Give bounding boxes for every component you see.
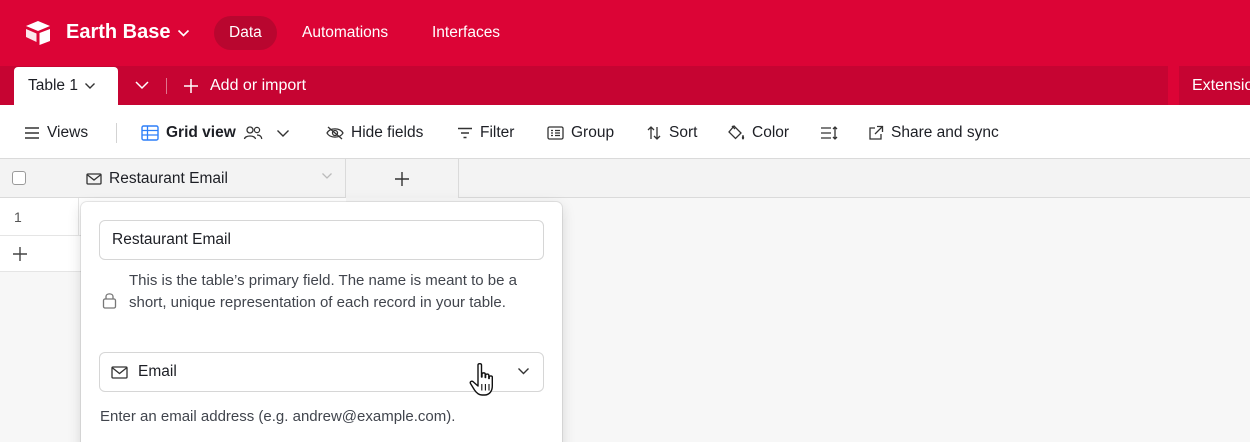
nav-tab-label: Data xyxy=(229,24,262,41)
field-type-description: Enter an email address (e.g. andrew@exam… xyxy=(100,408,456,425)
primary-field-header[interactable]: Restaurant Email xyxy=(78,159,346,198)
field-header-label: Restaurant Email xyxy=(109,169,228,187)
filter-label: Filter xyxy=(480,124,515,141)
filter-icon xyxy=(458,127,472,139)
field-type-select[interactable]: Email xyxy=(99,352,544,392)
sort-label: Sort xyxy=(669,124,698,141)
grid-view-icon xyxy=(141,125,159,141)
divider xyxy=(166,78,167,94)
row-height-button[interactable] xyxy=(820,122,838,144)
paint-bucket-icon xyxy=(728,125,745,140)
view-toolbar: Views Grid view Hide fields Filter Group… xyxy=(0,105,1250,159)
filter-button[interactable]: Filter xyxy=(457,122,514,144)
sort-arrows-icon xyxy=(647,126,661,140)
collaborators-icon xyxy=(243,126,263,140)
table-bar: Table 1 Add or import Extensions xyxy=(0,66,1250,105)
nav-tab-automations[interactable]: Automations xyxy=(287,16,403,50)
share-and-sync-button[interactable]: Share and sync xyxy=(868,122,999,144)
grid-view-switcher[interactable]: Grid view xyxy=(141,122,290,144)
table-tab-label: Table 1 xyxy=(28,77,78,94)
row-number: 1 xyxy=(14,209,22,225)
add-or-import-label: Add or import xyxy=(210,77,307,94)
email-envelope-icon xyxy=(111,365,128,379)
divider xyxy=(78,198,79,235)
base-name-menu[interactable]: Earth Base xyxy=(66,21,190,44)
table-tab-table-1[interactable]: Table 1 xyxy=(14,67,118,105)
airtable-logo-icon[interactable] xyxy=(24,20,52,46)
nav-tab-label: Interfaces xyxy=(432,24,501,41)
select-all-checkbox[interactable] xyxy=(12,171,26,185)
nav-tab-interfaces[interactable]: Interfaces xyxy=(417,16,515,50)
select-all-cell xyxy=(0,159,78,198)
row-height-icon xyxy=(821,126,838,140)
email-envelope-icon xyxy=(86,172,102,185)
plus-icon xyxy=(395,171,409,186)
eye-slash-icon xyxy=(326,126,344,140)
grid-view-label: Grid view xyxy=(166,124,236,141)
group-icon xyxy=(547,126,564,140)
extensions-button[interactable]: Extensions xyxy=(1179,66,1250,105)
divider xyxy=(116,123,117,143)
table-tabs-strip xyxy=(0,66,1168,105)
chevron-down-icon[interactable] xyxy=(321,172,333,180)
group-label: Group xyxy=(571,124,615,141)
all-tables-chevron-icon[interactable] xyxy=(134,78,150,92)
nav-tab-data[interactable]: Data xyxy=(214,16,277,50)
share-and-sync-label: Share and sync xyxy=(891,124,999,141)
add-field-button[interactable] xyxy=(346,159,459,198)
add-or-import-button[interactable]: Add or import xyxy=(182,74,306,98)
field-type-label: Email xyxy=(138,363,177,380)
sort-button[interactable]: Sort xyxy=(646,122,697,144)
chevron-down-icon xyxy=(518,368,529,375)
field-editor-popover: This is the table’s primary field. The n… xyxy=(81,202,562,442)
field-name-input[interactable] xyxy=(99,220,544,260)
extensions-label: Extensions xyxy=(1192,76,1250,94)
color-label: Color xyxy=(752,124,790,141)
color-button[interactable]: Color xyxy=(727,122,789,144)
hide-fields-button[interactable]: Hide fields xyxy=(326,122,423,144)
chevron-down-icon xyxy=(177,29,189,37)
nav-tab-label: Automations xyxy=(302,24,389,41)
top-app-bar: Earth Base Data Automations Interfaces xyxy=(0,0,1250,66)
hide-fields-label: Hide fields xyxy=(351,124,424,141)
plus-icon xyxy=(184,79,198,93)
primary-field-note: This is the table’s primary field. The n… xyxy=(129,272,517,311)
lock-icon xyxy=(102,293,117,309)
chevron-down-icon xyxy=(84,83,95,89)
chevron-down-icon xyxy=(276,129,289,137)
views-label: Views xyxy=(47,124,89,141)
views-button[interactable]: Views xyxy=(24,122,88,144)
group-button[interactable]: Group xyxy=(547,122,614,144)
external-link-icon xyxy=(869,125,884,140)
base-name: Earth Base xyxy=(66,21,171,43)
plus-icon xyxy=(13,247,27,261)
hamburger-menu-icon xyxy=(25,127,39,139)
grid-header: Restaurant Email xyxy=(0,159,1250,198)
